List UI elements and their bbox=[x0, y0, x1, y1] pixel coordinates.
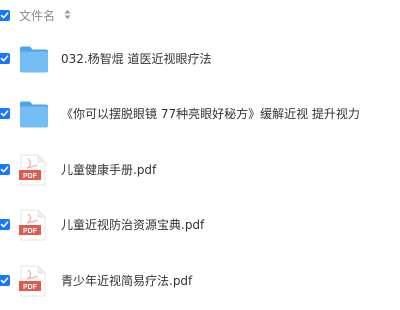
file-name-link[interactable]: 儿童健康手册.pdf bbox=[61, 161, 156, 178]
checkmark-icon bbox=[0, 12, 9, 19]
file-row[interactable]: PDF 青少年近视简易疗法.pdf bbox=[0, 254, 400, 310]
svg-text:PDF: PDF bbox=[23, 284, 38, 291]
select-all-checkbox[interactable] bbox=[0, 10, 10, 21]
row-checkbox[interactable] bbox=[0, 164, 10, 175]
checkmark-icon bbox=[0, 221, 9, 228]
file-name-link[interactable]: 《你可以摆脱眼镜 77种亮眼好秘方》缓解近视 提升视力 bbox=[61, 105, 360, 122]
file-name-link[interactable]: 032.杨智焜 道医近视眼疗法 bbox=[61, 50, 212, 67]
file-name-link[interactable]: 儿童近视防治资源宝典.pdf bbox=[61, 216, 204, 233]
file-row[interactable]: 《你可以摆脱眼镜 77种亮眼好秘方》缓解近视 提升视力 bbox=[0, 87, 400, 143]
row-checkbox[interactable] bbox=[0, 53, 10, 64]
row-checkbox[interactable] bbox=[0, 219, 10, 230]
pdf-file-icon: PDF bbox=[19, 153, 47, 190]
row-checkbox[interactable] bbox=[0, 275, 10, 286]
file-row[interactable]: PDF 儿童近视防治资源宝典.pdf bbox=[0, 198, 400, 254]
file-row[interactable]: PDF 儿童健康手册.pdf bbox=[0, 143, 400, 199]
file-name-link[interactable]: 青少年近视简易疗法.pdf bbox=[61, 272, 192, 289]
file-row[interactable]: 032.杨智焜 道医近视眼疗法 bbox=[0, 32, 400, 88]
checkmark-icon bbox=[0, 110, 9, 117]
row-checkbox[interactable] bbox=[0, 108, 10, 119]
filename-column-header[interactable]: 文件名 bbox=[19, 7, 55, 24]
pdf-file-icon: PDF bbox=[19, 208, 47, 245]
sort-icon[interactable] bbox=[64, 9, 71, 20]
checkmark-icon bbox=[0, 55, 9, 62]
checkmark-icon bbox=[0, 166, 9, 173]
svg-text:PDF: PDF bbox=[23, 228, 38, 235]
file-list-header: 文件名 bbox=[0, 0, 400, 32]
svg-text:PDF: PDF bbox=[23, 173, 38, 180]
folder-icon bbox=[19, 44, 49, 78]
pdf-file-icon: PDF bbox=[19, 264, 47, 301]
folder-icon bbox=[19, 99, 49, 133]
checkmark-icon bbox=[0, 277, 9, 284]
